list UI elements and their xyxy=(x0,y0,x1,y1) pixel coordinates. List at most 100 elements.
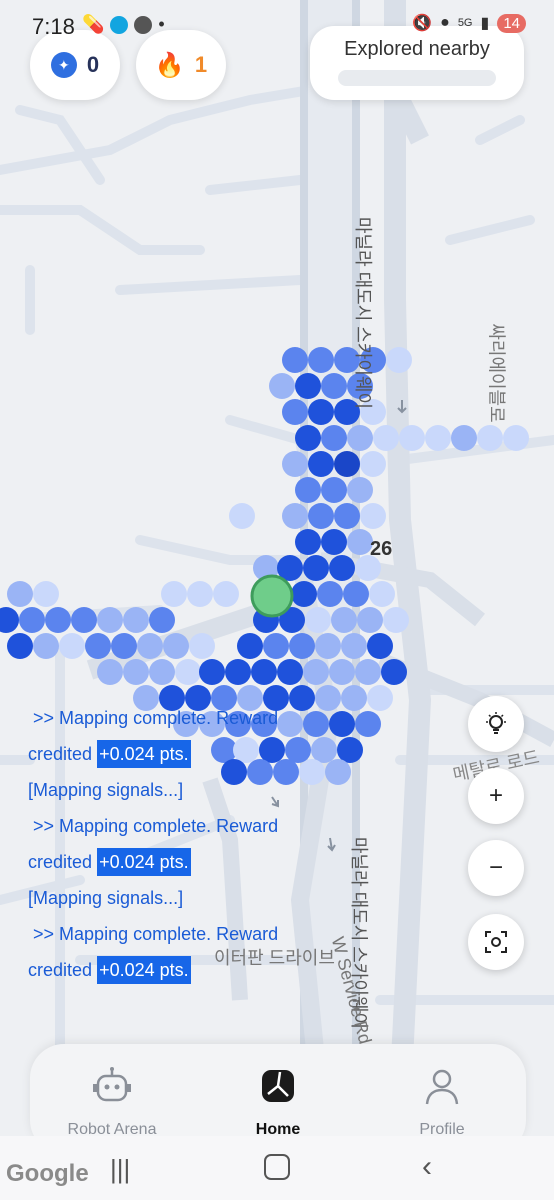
nav-robot-arena[interactable]: Robot Arena xyxy=(52,1066,172,1139)
lightbulb-icon xyxy=(486,712,506,734)
coverage-cell xyxy=(367,685,393,711)
coverage-cell xyxy=(337,737,363,763)
coverage-cell xyxy=(187,581,213,607)
log-line: credited +0.024 pts. xyxy=(28,736,338,772)
coverage-cell xyxy=(289,633,315,659)
system-icons: 🔇 ● 5G ▮ 14 xyxy=(412,13,526,33)
zoom-out-button[interactable]: − xyxy=(468,840,524,896)
coverage-cell xyxy=(317,581,343,607)
coverage-cell xyxy=(355,711,381,737)
coverage-cell xyxy=(282,503,308,529)
coverage-cell xyxy=(334,503,360,529)
battery-badge: 14 xyxy=(497,13,526,33)
coverage-cell xyxy=(477,425,503,451)
app-icon xyxy=(110,15,129,34)
coverage-cell xyxy=(308,347,334,373)
coverage-cell xyxy=(321,529,347,555)
log-line: [Mapping signals...] xyxy=(28,780,184,800)
coverage-cell xyxy=(321,477,347,503)
log-line: >> Mapping complete. Reward xyxy=(33,816,279,836)
coverage-cell xyxy=(111,633,137,659)
coverage-cell xyxy=(303,555,329,581)
coverage-cell xyxy=(282,399,308,425)
coverage-cell xyxy=(213,581,239,607)
coverage-cell xyxy=(367,633,393,659)
coverage-cell xyxy=(123,607,149,633)
coverage-cell xyxy=(295,477,321,503)
flame-icon: 🔥 xyxy=(154,51,185,79)
recenter-button[interactable] xyxy=(468,914,524,970)
pill-icon: 💊 xyxy=(82,14,105,34)
log-line: >> Mapping complete. Reward xyxy=(33,708,279,728)
coverage-cell xyxy=(97,607,123,633)
mapping-log: >> Mapping complete. Reward credited +0.… xyxy=(28,700,338,988)
crosshair-icon xyxy=(485,931,507,953)
location-icon: ● xyxy=(440,14,450,31)
current-location-marker xyxy=(250,574,294,618)
road-label-side-street: 싸리에이블로 xyxy=(486,323,507,423)
coverage-cell xyxy=(303,659,329,685)
status-bar: 7:18 💊 • 🔇 ● 5G ▮ 14 xyxy=(0,0,554,50)
coverage-cell xyxy=(7,633,33,659)
log-line: [Mapping signals...] xyxy=(28,888,184,908)
coverage-cell xyxy=(123,659,149,685)
reward-highlight: +0.024 pts. xyxy=(97,740,191,768)
points-value: 0 xyxy=(86,52,100,77)
log-line: >> Mapping complete. Reward xyxy=(33,924,279,944)
zoom-in-icon: + xyxy=(488,782,503,809)
coverage-cell xyxy=(295,373,321,399)
coverage-cell xyxy=(291,581,317,607)
coverage-cell xyxy=(341,685,367,711)
coverage-cell xyxy=(425,425,451,451)
robot-icon xyxy=(93,1067,131,1102)
coverage-cell xyxy=(45,607,71,633)
clock: 7:18 xyxy=(32,14,75,39)
coverage-cell xyxy=(369,581,395,607)
coverage-cell xyxy=(360,451,386,477)
coverage-cell xyxy=(33,633,59,659)
coverage-cell xyxy=(343,581,369,607)
google-logo: Google xyxy=(6,1160,89,1187)
coverage-cell xyxy=(386,347,412,373)
coverage-cell xyxy=(399,425,425,451)
coverage-cell xyxy=(175,659,201,685)
signal-icon: ▮ xyxy=(480,15,490,32)
coverage-cell xyxy=(7,581,33,607)
back-button[interactable]: ‹ xyxy=(422,1150,432,1184)
coverage-cell xyxy=(381,659,407,685)
coverage-cell xyxy=(189,633,215,659)
coverage-cell xyxy=(149,659,175,685)
coverage-cell xyxy=(269,373,295,399)
zoom-in-button[interactable]: + xyxy=(468,768,524,824)
dot-icon: • xyxy=(158,14,165,34)
network-type: 5G xyxy=(457,17,473,29)
coverage-cell xyxy=(263,633,289,659)
coverage-cell xyxy=(295,529,321,555)
road-number-label: 26 xyxy=(370,538,393,560)
nav-home[interactable]: Home xyxy=(218,1066,338,1139)
reward-highlight: +0.024 pts. xyxy=(97,848,191,876)
map-view[interactable]: 마닐라 대도시 스카이웨이 마닐라 대도시 스카이웨이 W Service Rd… xyxy=(0,0,554,1200)
coverage-cell xyxy=(282,451,308,477)
home-map-icon xyxy=(262,1070,294,1102)
coverage-cell xyxy=(308,451,334,477)
coverage-cell xyxy=(97,659,123,685)
coverage-cell xyxy=(149,607,175,633)
recents-button[interactable]: ||| xyxy=(110,1154,130,1185)
coverage-cell xyxy=(225,659,251,685)
coverage-cell xyxy=(59,633,85,659)
notification-icons: 💊 • xyxy=(82,14,165,35)
log-line: credited +0.024 pts. xyxy=(28,952,338,988)
coverage-cell xyxy=(347,477,373,503)
nav-profile[interactable]: Profile xyxy=(382,1066,502,1139)
coverage-cell xyxy=(451,425,477,451)
points-icon: ✦ xyxy=(50,52,77,78)
coverage-cell xyxy=(360,503,386,529)
coverage-cell xyxy=(347,425,373,451)
coverage-cell xyxy=(161,581,187,607)
coverage-cell xyxy=(383,607,409,633)
hint-button[interactable] xyxy=(468,696,524,752)
home-button[interactable] xyxy=(264,1154,290,1180)
coverage-cell xyxy=(308,503,334,529)
coverage-cell xyxy=(282,347,308,373)
